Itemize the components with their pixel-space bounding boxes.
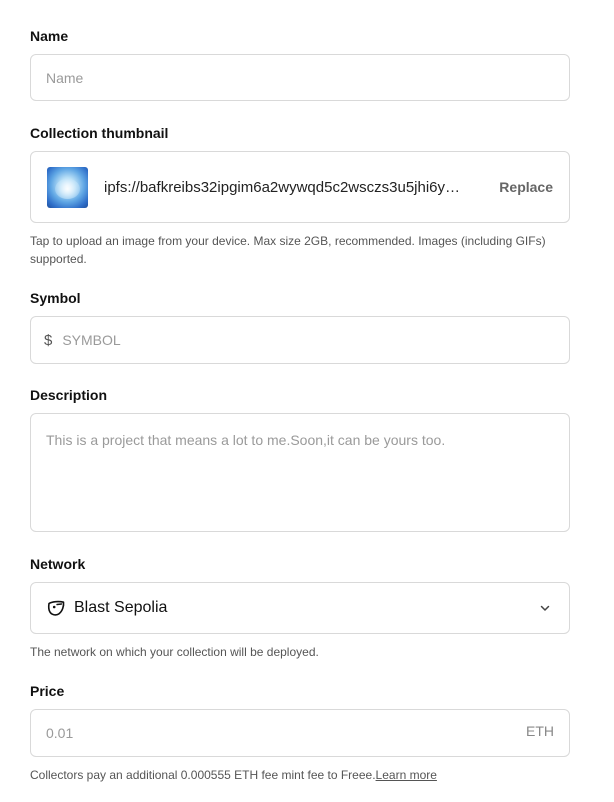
thumbnail-field: ipfs://bafkreibs32ipgim6a2wywqd5c2wsczs3… (30, 151, 570, 223)
network-label: Network (30, 556, 86, 572)
network-select[interactable]: Blast Sepolia (30, 582, 570, 634)
name-field-container (30, 54, 570, 101)
symbol-field: $ (30, 316, 570, 364)
chevron-down-icon (540, 605, 550, 611)
price-input[interactable] (46, 710, 516, 756)
thumbnail-helper-text: Tap to upload an image from your device.… (30, 234, 546, 266)
thumbnail-ipfs-uri: ipfs://bafkreibs32ipgim6a2wywqd5c2wsczs3… (104, 178, 461, 196)
price-label: Price (30, 683, 65, 699)
replace-button[interactable]: Replace (499, 179, 553, 195)
dollar-sign-prefix: $ (44, 331, 53, 349)
blast-bird-icon (47, 600, 65, 616)
symbol-label: Symbol (30, 290, 81, 306)
description-field (30, 413, 570, 532)
thumbnail-image[interactable] (47, 166, 88, 208)
thumbnail-label: Collection thumbnail (30, 125, 169, 141)
description-label: Description (30, 387, 108, 403)
description-textarea[interactable] (31, 414, 569, 531)
network-selected-value: Blast Sepolia (74, 599, 168, 616)
learn-more-link[interactable]: Learn more (376, 768, 437, 782)
price-helper: Collectors pay an additional 0.000555 ET… (30, 766, 560, 784)
price-field: ETH (30, 709, 570, 757)
symbol-input[interactable] (62, 317, 556, 363)
name-label: Name (30, 28, 69, 44)
price-unit-label: ETH (526, 723, 554, 739)
name-input[interactable] (31, 55, 569, 100)
network-helper-text: The network on which your collection wil… (30, 645, 319, 659)
price-helper-text: Collectors pay an additional 0.000555 ET… (30, 768, 376, 782)
